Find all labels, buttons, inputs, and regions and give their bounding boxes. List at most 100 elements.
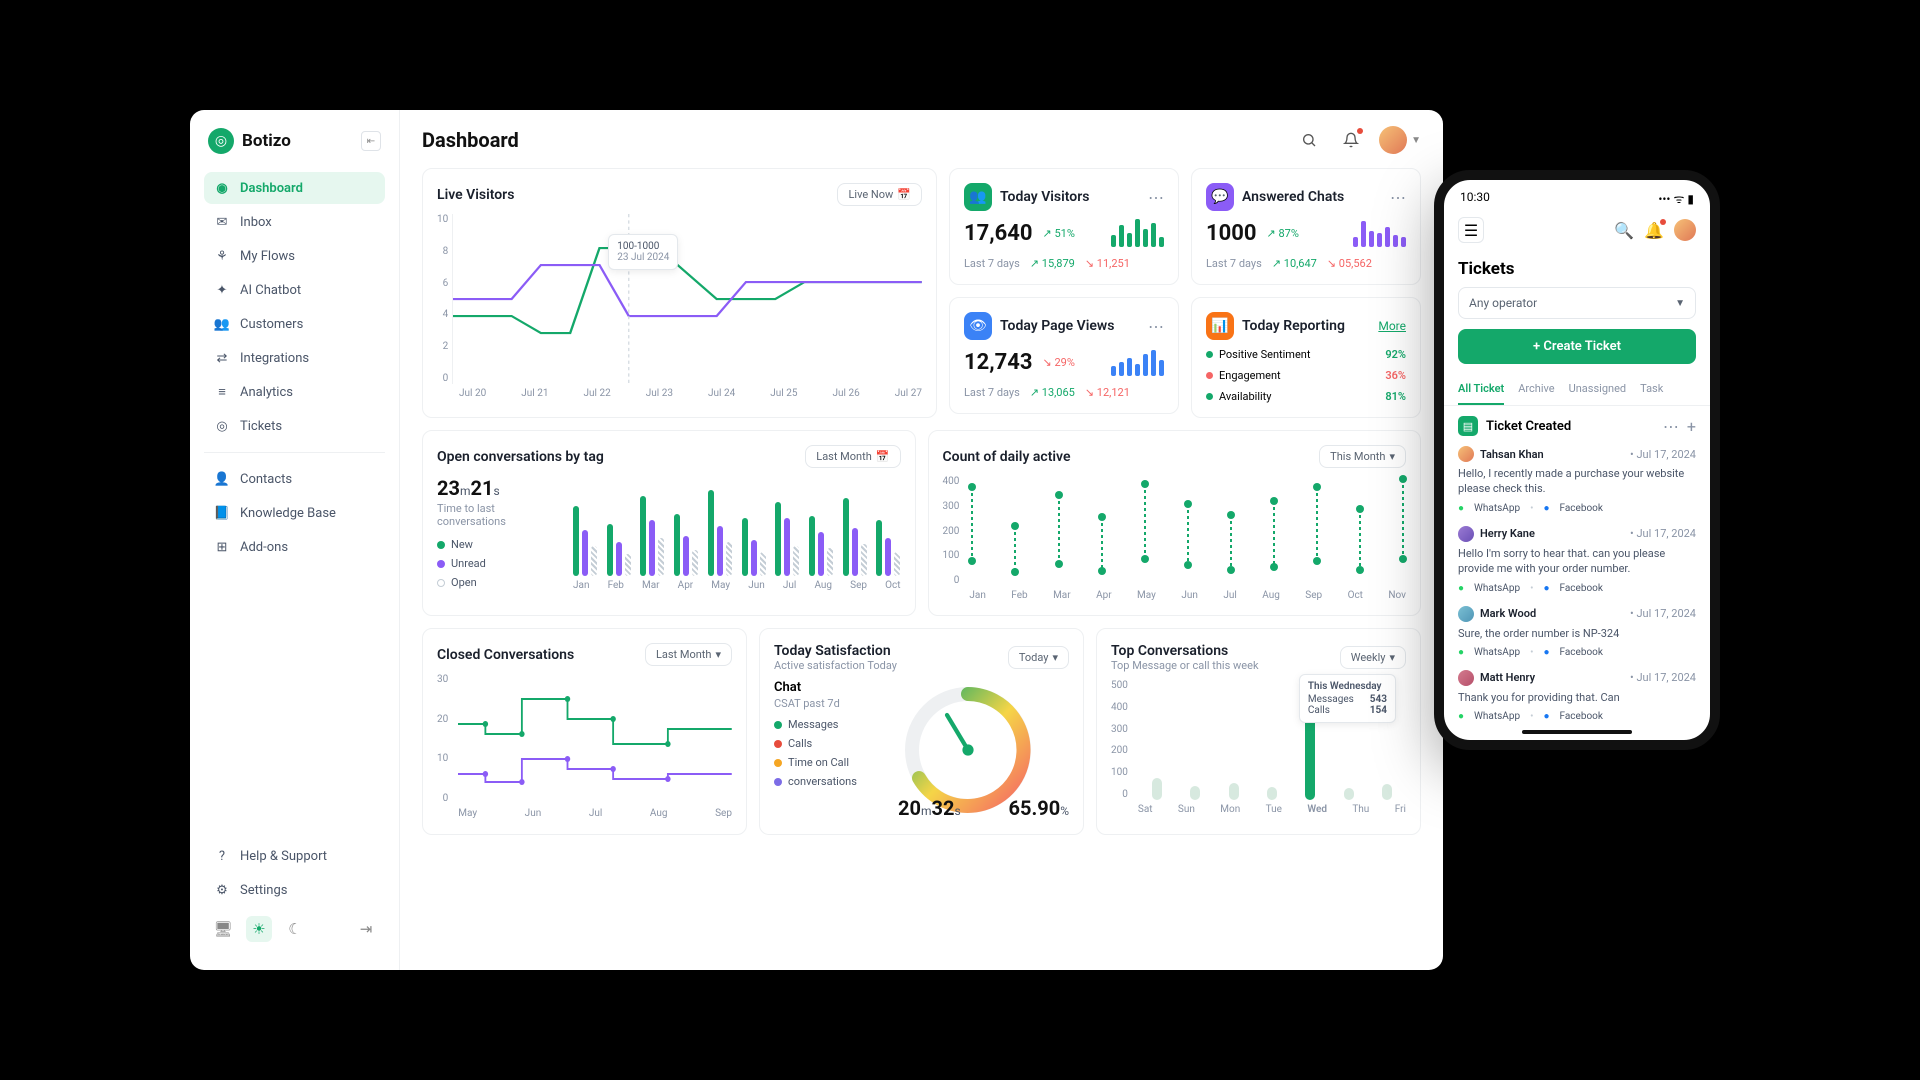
reporting-more-link[interactable]: More <box>1378 319 1406 333</box>
brand-logo-icon: ◎ <box>208 128 234 154</box>
closed-conv-range-chip[interactable]: Last Month ▾ <box>645 643 732 666</box>
reporting-icon: 📊 <box>1206 312 1234 340</box>
card-page-views: 👁 Today Page Views ⋯ 12,743 ↘ 29% Last 7… <box>949 297 1179 414</box>
card-menu-icon[interactable]: ⋯ <box>1390 188 1406 207</box>
nav-icon: ✉ <box>214 214 230 230</box>
home-indicator <box>1522 730 1632 734</box>
search-icon[interactable] <box>1295 126 1323 154</box>
open-conv-range-chip[interactable]: Last Month 📅 <box>805 445 900 468</box>
nav-icon: 👤 <box>214 471 230 487</box>
top-conv-tooltip: This Wednesday Messages543 Calls154 <box>1299 674 1396 723</box>
sidebar-item-tickets[interactable]: ◎Tickets <box>204 410 385 442</box>
range-bar <box>1012 476 1018 586</box>
nav-icon: ⚙ <box>214 882 230 898</box>
bar-group <box>640 496 664 576</box>
ticket-item[interactable]: Mark Wood• Jul 17, 2024Sure, the order n… <box>1458 606 1696 658</box>
card-today-reporting: 📊 Today Reporting More Positive Sentimen… <box>1191 297 1421 418</box>
mobile-status-bar: 10:30 ••• ᯤ ▮ <box>1444 180 1710 211</box>
sidebar-item-my-flows[interactable]: ⚘My Flows <box>204 240 385 272</box>
live-visitors-tooltip: 100-1000 23 Jul 2024 <box>608 234 678 270</box>
sidebar-item-settings[interactable]: ⚙ Settings <box>204 874 385 906</box>
ticket-item[interactable]: Tahsan Khan• Jul 17, 2024Hello, I recent… <box>1458 446 1696 514</box>
mobile-page-title: Tickets <box>1444 249 1710 287</box>
sidebar-item-analytics[interactable]: ≡Analytics <box>204 376 385 408</box>
card-menu-icon[interactable]: ⋯ <box>1148 317 1164 336</box>
operator-select[interactable]: Any operator ▼ <box>1458 287 1696 319</box>
mobile-tabs: All Ticket Archive Unassigned Task <box>1444 374 1710 406</box>
section-add-icon[interactable]: + <box>1687 417 1696 436</box>
topbar: Dashboard ▼ <box>422 126 1421 154</box>
sidebar-item-add-ons[interactable]: ⊞Add-ons <box>204 531 385 563</box>
card-live-visitors: Live Visitors Live Now 📅 1086420 <box>422 168 937 418</box>
top-conv-range-chip[interactable]: Weekly ▾ <box>1340 646 1406 669</box>
desktop-mode-icon[interactable]: 🖥 <box>210 916 236 942</box>
sidebar-item-contacts[interactable]: 👤Contacts <box>204 463 385 495</box>
sidebar-collapse-button[interactable]: ⇤ <box>361 131 381 151</box>
nav-icon: 📘 <box>214 505 230 521</box>
live-now-chip[interactable]: Live Now 📅 <box>837 183 922 206</box>
nav-icon: ⇄ <box>214 350 230 366</box>
nav-label: Customers <box>240 317 303 332</box>
legend-item: Messages <box>774 718 884 731</box>
user-menu[interactable]: ▼ <box>1379 126 1421 154</box>
nav-label: Integrations <box>240 351 309 366</box>
nav-label: Dashboard <box>240 181 303 196</box>
sidebar-item-inbox[interactable]: ✉ Inbox <box>204 206 385 238</box>
card-top-conversations: Top Conversations Top Message or call th… <box>1096 628 1421 835</box>
nav-icon: 👥 <box>214 316 230 332</box>
bar-group <box>843 498 867 576</box>
tab-archive[interactable]: Archive <box>1518 374 1554 405</box>
sidebar-footer: 🖥 ☀ ☾ ⇥ <box>204 906 385 952</box>
legend-item: Calls <box>774 737 884 750</box>
nav-label: Help & Support <box>240 849 327 864</box>
light-mode-icon[interactable]: ☀ <box>246 916 272 942</box>
calendar-icon: 📅 <box>897 188 911 201</box>
nav-label: Analytics <box>240 385 293 400</box>
bar-group <box>809 516 833 576</box>
create-ticket-button[interactable]: + Create Ticket <box>1458 329 1696 364</box>
legend-item: Open <box>437 576 557 589</box>
avatar[interactable] <box>1674 219 1696 241</box>
sidebar-item-dashboard[interactable]: ◉Dashboard <box>204 172 385 204</box>
section-menu-icon[interactable]: ⋯ <box>1663 417 1679 436</box>
section-title: Ticket Created <box>1486 419 1571 434</box>
tab-task[interactable]: Task <box>1640 374 1663 405</box>
notifications-icon[interactable]: 🔔 <box>1644 221 1664 240</box>
range-bar <box>1314 476 1320 586</box>
chats-icon: 💬 <box>1206 183 1234 211</box>
daily-active-range-chip[interactable]: This Month ▾ <box>1319 445 1406 468</box>
chevron-down-icon: ▼ <box>1675 298 1685 309</box>
notifications-icon[interactable] <box>1337 126 1365 154</box>
satisfaction-range-chip[interactable]: Today ▾ <box>1008 646 1069 669</box>
legend-item: Time on Call <box>774 756 884 769</box>
ticket-item[interactable]: Matt Henry• Jul 17, 2024Thank you for pr… <box>1458 670 1696 722</box>
nav-icon: ? <box>214 848 230 864</box>
visitors-icon: 👥 <box>964 183 992 211</box>
nav-label: My Flows <box>240 249 295 264</box>
search-icon[interactable]: 🔍 <box>1614 221 1634 240</box>
sidebar-item-knowledge-base[interactable]: 📘Knowledge Base <box>204 497 385 529</box>
ticket-item[interactable]: Herry Kane• Jul 17, 2024Hello I'm sorry … <box>1458 526 1696 594</box>
nav-label: Inbox <box>240 215 272 230</box>
tab-all-ticket[interactable]: All Ticket <box>1458 374 1504 405</box>
range-bar <box>1357 476 1363 586</box>
range-bar <box>1228 476 1234 586</box>
page-views-icon: 👁 <box>964 312 992 340</box>
sidebar-item-customers[interactable]: 👥 Customers <box>204 308 385 340</box>
tab-unassigned[interactable]: Unassigned <box>1569 374 1627 405</box>
sidebar-item-ai-chatbot[interactable]: ✦AI Chatbot <box>204 274 385 306</box>
card-open-conversations: Open conversations by tag Last Month 📅 2… <box>422 430 916 616</box>
hamburger-icon[interactable]: ☰ <box>1458 217 1484 243</box>
nav-label: Settings <box>240 883 287 898</box>
avatar <box>1379 126 1407 154</box>
dark-mode-icon[interactable]: ☾ <box>282 916 308 942</box>
logout-icon[interactable]: ⇥ <box>353 916 379 942</box>
nav-icon: ⊞ <box>214 539 230 555</box>
sidebar-item-integrations[interactable]: ⇄ Integrations <box>204 342 385 374</box>
sidebar: ◎ Botizo ⇤ ◉Dashboard✉Inbox⚘My Flows✦AI … <box>190 110 400 970</box>
bar <box>1382 784 1392 800</box>
reporting-row: Positive Sentiment92% <box>1206 348 1406 361</box>
sidebar-item-help-&-support[interactable]: ? Help & Support <box>204 840 385 872</box>
card-menu-icon[interactable]: ⋯ <box>1148 188 1164 207</box>
nav-icon: ✦ <box>214 282 230 298</box>
